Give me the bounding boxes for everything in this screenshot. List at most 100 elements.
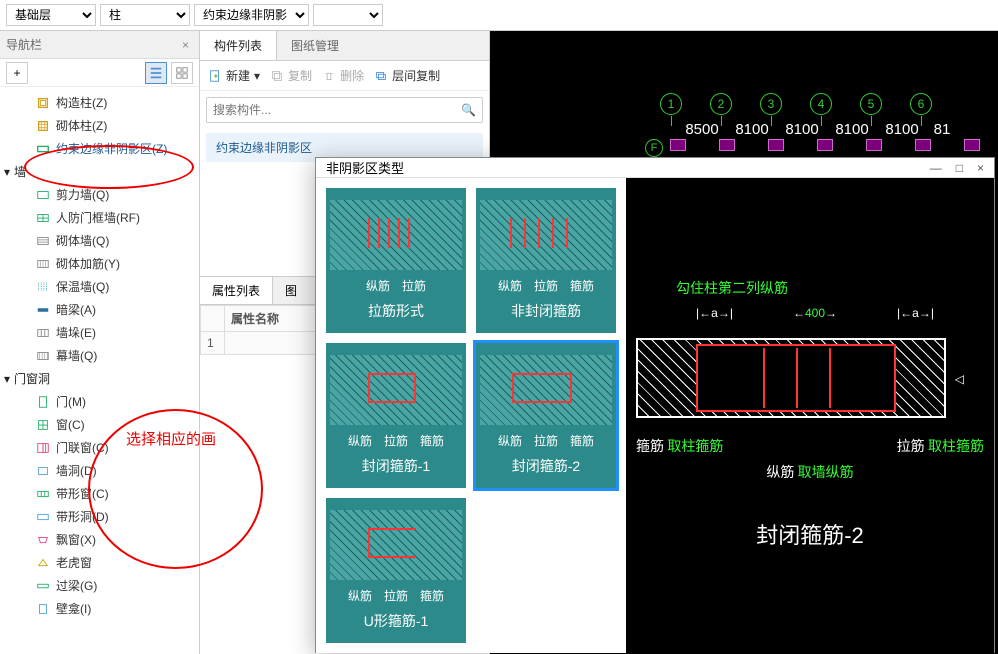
tree-item[interactable]: 飘窗(X) <box>0 528 199 551</box>
window-icon <box>36 487 50 501</box>
axis-marker: 1 <box>660 93 682 115</box>
column-icon <box>36 142 50 156</box>
search-input-wrapper: 🔍 <box>206 97 483 123</box>
type-preview: 勾住柱第二列纵筋 |←a→| ←400→ |←a→| ◁ 箍筋 取柱箍筋 拉筋 … <box>626 178 994 653</box>
maximize-icon[interactable]: □ <box>956 161 963 175</box>
grid-view-button[interactable] <box>171 62 193 84</box>
copy-icon <box>270 69 284 83</box>
delete-button[interactable]: 删除 <box>322 67 364 84</box>
wall-icon <box>36 326 50 340</box>
tree-item[interactable]: 砌体柱(Z) <box>0 114 199 137</box>
column-icon <box>36 96 50 110</box>
type-card[interactable]: 纵筋 拉筋 拉筋形式 <box>326 188 466 333</box>
tree-item[interactable]: 窗(C) <box>0 413 199 436</box>
close-icon[interactable]: × <box>977 161 984 175</box>
dormer-icon <box>36 556 50 570</box>
layer-copy-button[interactable]: 层间复制 <box>374 67 440 84</box>
delete-icon <box>322 69 336 83</box>
axis-marker: 6 <box>910 93 932 115</box>
tab-component-list[interactable]: 构件列表 <box>200 31 277 60</box>
tree-item[interactable]: 门(M) <box>0 390 199 413</box>
tree-item[interactable]: 老虎窗 <box>0 551 199 574</box>
tree-item[interactable]: 砌体加筋(Y) <box>0 252 199 275</box>
layer-copy-icon <box>374 69 388 83</box>
tab-property-list[interactable]: 属性列表 <box>200 277 273 304</box>
wall-icon <box>36 349 50 363</box>
wall-icon <box>36 188 50 202</box>
axis-marker: 2 <box>710 93 732 115</box>
tree-item[interactable]: 暗梁(A) <box>0 298 199 321</box>
window-icon <box>36 418 50 432</box>
type-card-selected[interactable]: 纵筋 拉筋 箍筋 封闭箍筋-2 <box>476 343 616 488</box>
hole-icon <box>36 464 50 478</box>
tree-item[interactable]: 剪力墙(Q) <box>0 183 199 206</box>
type-select[interactable]: 约束边缘非阴影 <box>194 4 309 26</box>
nav-toolbar: + <box>0 59 199 87</box>
tree-item[interactable]: 幕墙(Q) <box>0 344 199 367</box>
search-icon[interactable]: 🔍 <box>461 103 476 117</box>
tree-item[interactable]: 墙洞(D) <box>0 459 199 482</box>
axis-labels: 1 2 3 4 5 6 <box>660 93 932 115</box>
preview-name: 封闭箍筋-2 <box>626 518 994 550</box>
preview-labels: 箍筋 取柱箍筋 拉筋 取柱箍筋 纵筋 取墙纵筋 <box>636 436 984 482</box>
chevron-down-icon: ▾ <box>4 372 10 386</box>
tree-item[interactable]: 构造柱(Z) <box>0 91 199 114</box>
type-card[interactable]: 纵筋 拉筋 箍筋 封闭箍筋-1 <box>326 343 466 488</box>
new-icon <box>208 69 222 83</box>
tree-item[interactable]: 砌体墙(Q) <box>0 229 199 252</box>
wall-icon <box>36 211 50 225</box>
axis-marker: 5 <box>860 93 882 115</box>
plan-columns <box>670 139 980 151</box>
minimize-icon[interactable]: — <box>930 161 942 175</box>
preview-dimensions: |←a→| ←400→ |←a→| <box>666 306 964 320</box>
dialog-titlebar[interactable]: 非阴影区类型 — □ × <box>316 158 994 178</box>
axis-marker: 4 <box>810 93 832 115</box>
tree-item[interactable]: 人防门框墙(RF) <box>0 206 199 229</box>
add-button[interactable]: + <box>6 62 28 84</box>
grid-icon <box>175 66 189 80</box>
tree-group-doorwindow[interactable]: ▾ 门窗洞 <box>0 367 199 390</box>
dialog-title: 非阴影区类型 <box>326 158 404 177</box>
new-button[interactable]: 新建 ▾ <box>208 67 260 84</box>
list-view-button[interactable] <box>145 62 167 84</box>
extra-select[interactable] <box>313 4 383 26</box>
copy-button[interactable]: 复制 <box>270 67 312 84</box>
preview-diagram: ◁ <box>636 338 946 418</box>
column-select[interactable]: 柱 <box>100 4 190 26</box>
wall-icon <box>36 234 50 248</box>
lintel-icon <box>36 579 50 593</box>
type-card[interactable]: 纵筋 拉筋 箍筋 非封闭箍筋 <box>476 188 616 333</box>
component-toolbar: 新建 ▾ 复制 删除 层间复制 <box>200 61 489 91</box>
tree-item[interactable]: 门联窗(C) <box>0 436 199 459</box>
baywindow-icon <box>36 533 50 547</box>
preview-note: 勾住柱第二列纵筋 <box>676 278 788 298</box>
search-input[interactable] <box>213 103 461 117</box>
column-icon <box>36 119 50 133</box>
niche-icon <box>36 602 50 616</box>
tab-property-drawing[interactable]: 图 <box>273 277 309 304</box>
tree-item[interactable]: 带形洞(D) <box>0 505 199 528</box>
hole-icon <box>36 510 50 524</box>
nav-tree[interactable]: 构造柱(Z) 砌体柱(Z) 约束边缘非阴影区(Z) ▾ 墙 剪力墙(Q) 人防门… <box>0 87 199 654</box>
axis-marker: 3 <box>760 93 782 115</box>
tree-item[interactable]: 壁龛(I) <box>0 597 199 620</box>
tree-item[interactable]: 过梁(G) <box>0 574 199 597</box>
chevron-down-icon: ▾ <box>4 165 10 179</box>
tree-item[interactable]: 墙垛(E) <box>0 321 199 344</box>
tree-item-edge-nonshadow[interactable]: 约束边缘非阴影区(Z) <box>0 137 199 160</box>
nav-panel-title: 导航栏 <box>6 36 42 53</box>
list-icon <box>149 66 163 80</box>
axis-marker-f: F <box>645 139 663 157</box>
tab-drawing-manage[interactable]: 图纸管理 <box>277 31 353 60</box>
door-icon <box>36 395 50 409</box>
tree-item[interactable]: 带形窗(C) <box>0 482 199 505</box>
tree-group-wall[interactable]: ▾ 墙 <box>0 160 199 183</box>
wall-icon <box>36 257 50 271</box>
close-icon[interactable]: × <box>178 38 193 52</box>
tree-item[interactable]: 保温墙(Q) <box>0 275 199 298</box>
beam-icon <box>36 303 50 317</box>
doorwindow-icon <box>36 441 50 455</box>
type-card[interactable]: 纵筋 拉筋 箍筋 U形箍筋-1 <box>326 498 466 643</box>
type-dialog: 非阴影区类型 — □ × 纵筋 拉筋 拉筋形式 纵筋 拉筋 箍筋 非封闭箍筋 纵… <box>315 157 995 653</box>
floor-select[interactable]: 基础层 <box>6 4 96 26</box>
